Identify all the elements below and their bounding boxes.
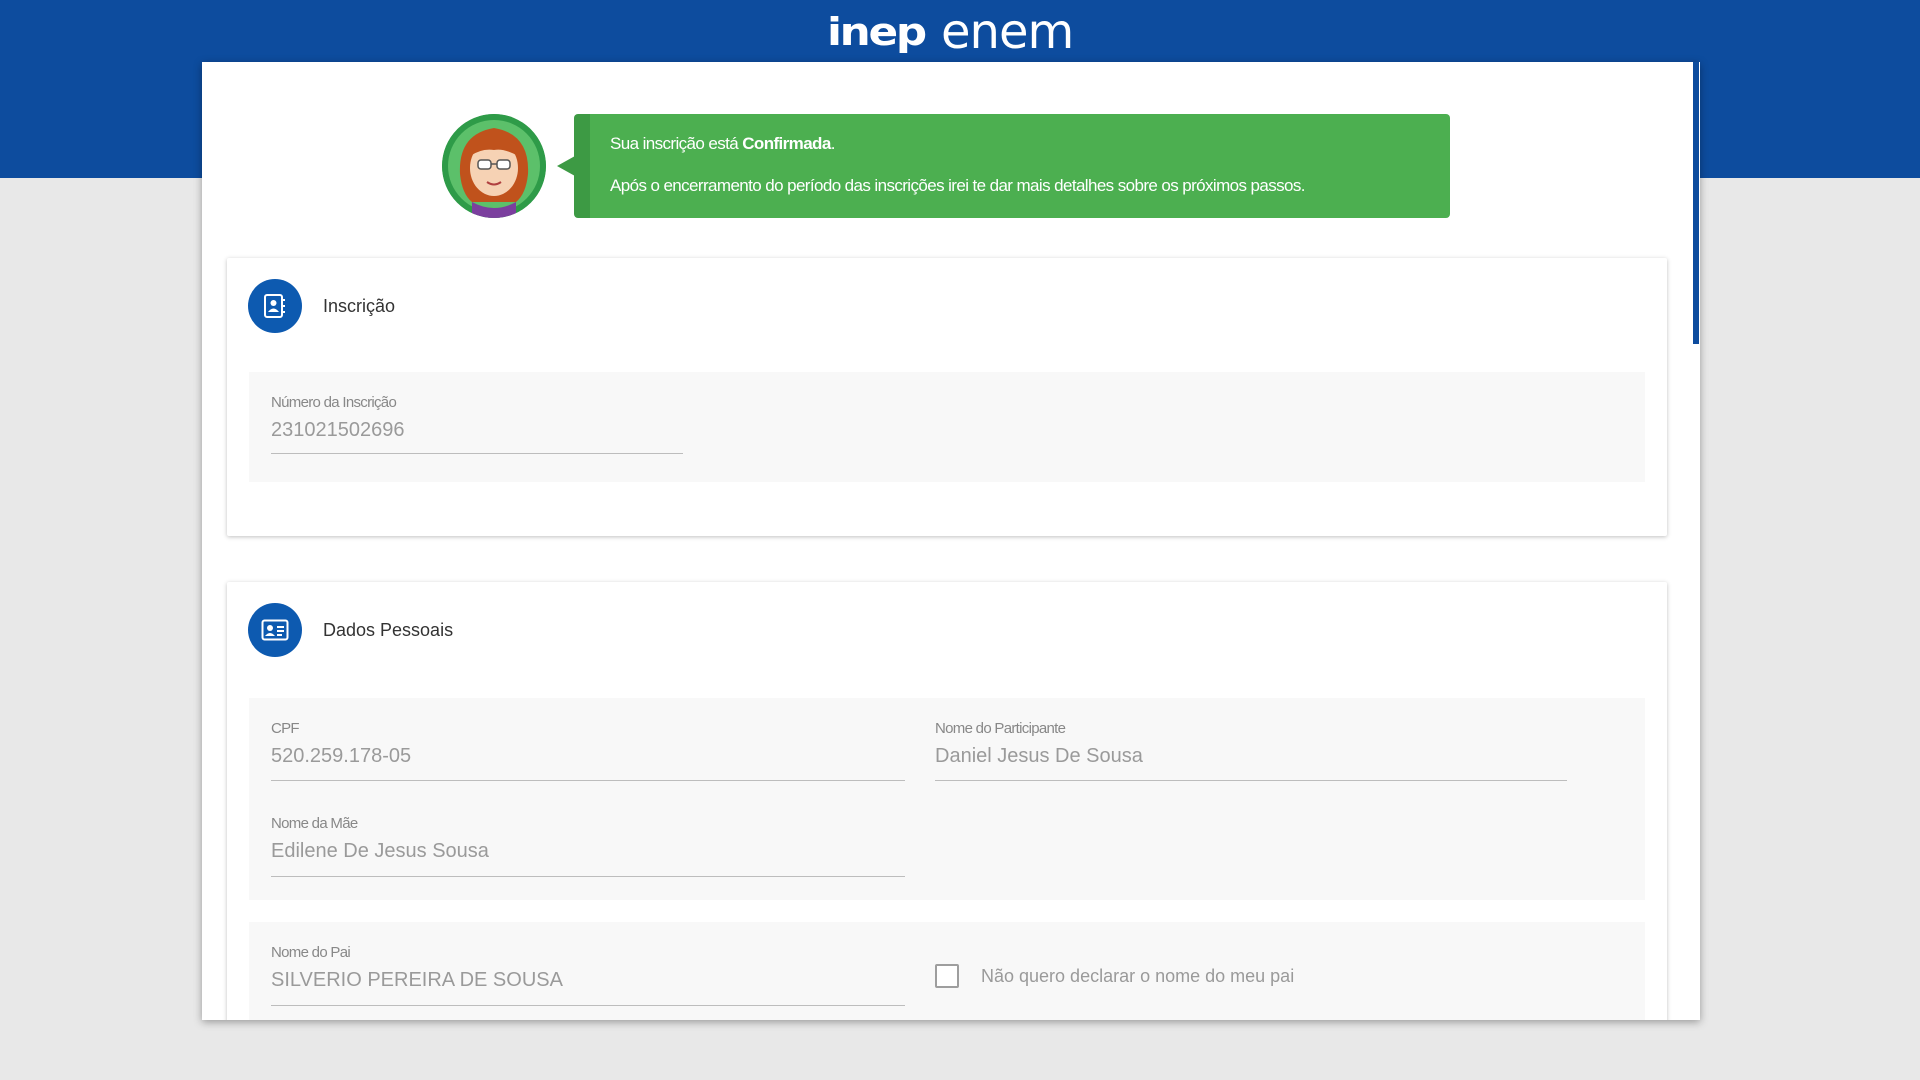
scrollbar-thumb[interactable] xyxy=(1693,62,1699,344)
dados-field-block-1: CPF 520.259.178-05 Nome do Participante … xyxy=(249,698,1645,900)
nome-pai-field[interactable]: Nome do Pai SILVERIO PEREIRA DE SOUSA xyxy=(271,944,905,1006)
nao-declarar-pai-checkbox[interactable] xyxy=(935,964,959,988)
nome-participante-field[interactable]: Nome do Participante Daniel Jesus De Sou… xyxy=(935,720,1567,781)
nao-declarar-pai-label: Não quero declarar o nome do meu pai xyxy=(981,966,1295,986)
assistant-avatar-icon xyxy=(442,114,546,218)
next-steps-text: Após o encerramento do período das inscr… xyxy=(610,176,1306,195)
dados-field-block-2: Nome do Pai SILVERIO PEREIRA DE SOUSA Nã… xyxy=(249,922,1645,1020)
nome-mae-value: Edilene De Jesus Sousa xyxy=(271,840,489,862)
numero-inscricao-value: 231021502696 xyxy=(271,419,405,441)
cpf-label: CPF xyxy=(271,720,300,737)
logo-enem: enem xyxy=(941,4,1074,60)
status-message: Sua inscrição está Confirmada. Após o en… xyxy=(574,114,1450,218)
nome-participante-value: Daniel Jesus De Sousa xyxy=(935,745,1143,767)
logo-inep: inep xyxy=(827,10,927,54)
numero-inscricao-field[interactable]: Número da Inscrição 231021502696 xyxy=(271,394,683,454)
inep-enem-logo: inep enem xyxy=(827,6,1077,58)
numero-inscricao-label: Número da Inscrição xyxy=(271,394,397,411)
inscricao-panel: Inscrição Número da Inscrição 2310215026… xyxy=(227,258,1667,536)
contact-book-icon xyxy=(248,279,302,333)
speech-bubble-tail xyxy=(557,156,575,176)
status-confirmed: Confirmada xyxy=(742,134,831,153)
panel-title-dados-pessoais: Dados Pessoais xyxy=(323,620,454,640)
nome-mae-label: Nome da Mãe xyxy=(271,815,358,832)
scrollbar-track[interactable] xyxy=(1692,62,1700,1020)
status-line: Sua inscrição está Confirmada. xyxy=(610,134,835,153)
nome-pai-label: Nome do Pai xyxy=(271,944,351,961)
panel-title-inscricao: Inscrição xyxy=(323,296,396,316)
nome-pai-value: SILVERIO PEREIRA DE SOUSA xyxy=(271,969,563,991)
cpf-field[interactable]: CPF 520.259.178-05 xyxy=(271,720,905,781)
nome-mae-field[interactable]: Nome da Mãe Edilene De Jesus Sousa xyxy=(271,815,905,877)
dados-pessoais-panel: Dados Pessoais CPF 520.259.178-05 Nome d… xyxy=(227,582,1667,1020)
main-card: Sua inscrição está Confirmada. Após o en… xyxy=(202,62,1700,1020)
inscricao-field-block: Número da Inscrição 231021502696 xyxy=(249,372,1645,482)
cpf-value: 520.259.178-05 xyxy=(271,745,412,767)
id-card-icon xyxy=(248,603,302,657)
nome-participante-label: Nome do Participante xyxy=(935,720,1066,737)
